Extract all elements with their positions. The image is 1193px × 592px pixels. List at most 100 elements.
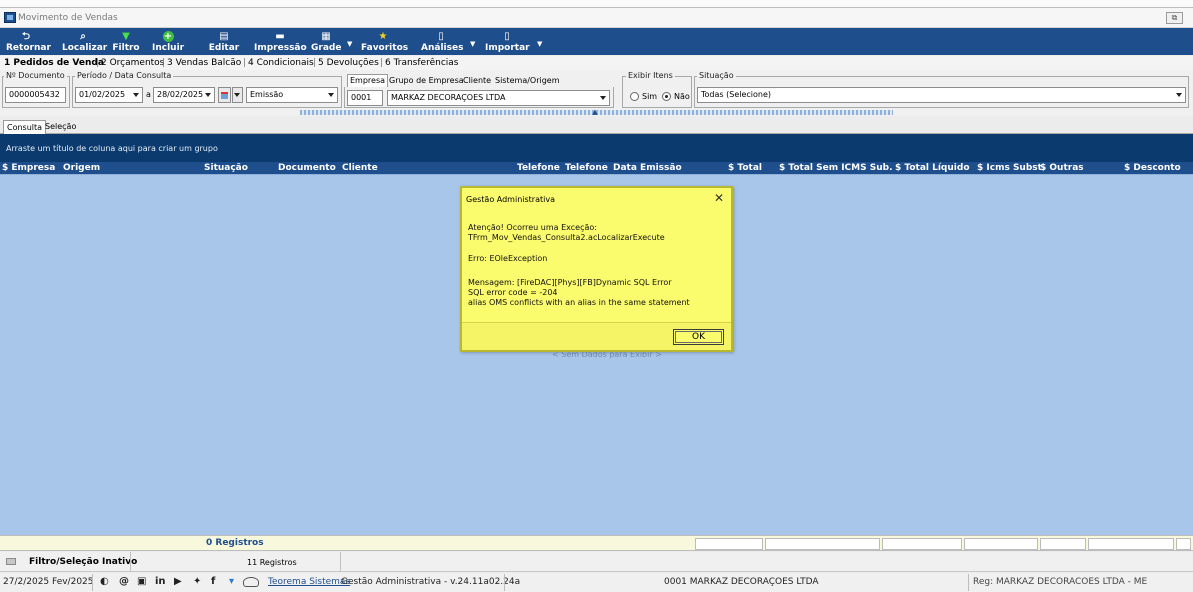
calendar-dropdown-button[interactable]: [232, 87, 243, 103]
twitter-icon[interactable]: ✦: [193, 576, 201, 587]
total-sem-icms-cell: [765, 538, 880, 550]
filter-button[interactable]: ▼ Filtro: [112, 28, 140, 55]
chevron-down-icon: [234, 93, 240, 97]
linkedin-icon[interactable]: in: [155, 576, 166, 587]
group-by-area[interactable]: Arraste um título de coluna aqui para cr…: [0, 134, 1193, 162]
grid-header: $ Empresa Origem Situação Documento Clie…: [0, 162, 1193, 175]
window-title: Movimento de Vendas: [18, 13, 118, 23]
col-icms-subst[interactable]: $ Icms Subst.: [977, 163, 1045, 173]
favorites-button[interactable]: ★ Favoritos: [361, 28, 408, 55]
analysis-dropdown-arrow-icon[interactable]: ▼: [470, 40, 475, 48]
col-documento[interactable]: Documento: [278, 163, 336, 173]
col-telefone-c[interactable]: Telefone C: [565, 163, 609, 173]
start-date-picker[interactable]: 01/02/2025: [75, 87, 143, 103]
grid-icon: ▦: [321, 31, 331, 42]
import-dropdown-arrow-icon[interactable]: ▼: [537, 40, 542, 48]
document-label: Nº Documento: [4, 71, 67, 80]
add-button[interactable]: + Incluir: [152, 28, 184, 55]
view-tabs: Consulta Seleção: [0, 118, 1193, 134]
group-hint: Arraste um título de coluna aqui para cr…: [6, 144, 218, 153]
screen-top-edge: [0, 0, 1193, 8]
chevron-down-icon: [600, 96, 606, 100]
star-icon: ★: [378, 31, 388, 42]
col-desconto[interactable]: $ Desconto: [1124, 163, 1181, 173]
close-icon[interactable]: ✕: [712, 191, 726, 205]
whatsapp-icon[interactable]: ◐: [100, 576, 109, 587]
search-button[interactable]: ⌕ Localizar: [62, 28, 107, 55]
main-toolbar: ⮌ Retornar ⌕ Localizar ▼ Filtro + Inclui…: [0, 28, 1193, 55]
col-situacao[interactable]: Situação: [204, 163, 248, 173]
end-date-picker[interactable]: 28/02/2025: [153, 87, 215, 103]
date-range-connector: a: [146, 90, 151, 99]
tab-transferencias[interactable]: 6 Transferências: [385, 58, 458, 68]
tab-sistema-origem[interactable]: Sistema/Origem: [493, 75, 562, 88]
dialog-line: alias OMS conflicts with an alias in the…: [468, 298, 690, 307]
tab-condicionais[interactable]: 4 Condicionais: [248, 58, 314, 68]
dialog-line: SQL error code = -204: [468, 288, 558, 297]
document-number-input[interactable]: 0000005432: [5, 87, 66, 103]
youtube-icon[interactable]: ▶: [174, 576, 182, 587]
teorema-link[interactable]: Teorema Sistemas: [268, 577, 350, 587]
total-liquido-cell: [882, 538, 962, 550]
print-button[interactable]: ▬ Impressão: [254, 28, 307, 55]
filter-small-icon[interactable]: ▾: [229, 576, 234, 587]
facebook-icon[interactable]: f: [211, 576, 215, 587]
status-select[interactable]: Todas (Selecione): [697, 87, 1186, 103]
col-outras-d[interactable]: $ Outras D: [1040, 163, 1086, 173]
return-arrow-icon: ⮌: [21, 31, 30, 42]
filter-state: Filtro/Seleção Inativo: [29, 557, 138, 567]
tab-grupo-empresa[interactable]: Grupo de Empresa: [387, 75, 466, 88]
col-origem[interactable]: Origem: [63, 163, 100, 173]
col-total-sem-icms[interactable]: $ Total Sem ICMS Sub.: [779, 163, 893, 173]
date-type-select[interactable]: Emissão: [246, 87, 338, 103]
tab-orcamentos[interactable]: 2 Orçamentos: [101, 58, 164, 68]
tab-cliente[interactable]: Cliente: [461, 75, 493, 88]
col-total[interactable]: $ Total: [700, 163, 762, 173]
records-count: 11 Registros: [247, 558, 297, 567]
collapse-arrow-icon[interactable]: ▲: [591, 108, 599, 116]
analysis-button[interactable]: ▯ Análises: [421, 28, 463, 55]
show-items-yes-radio[interactable]: [630, 92, 639, 101]
tab-selecao[interactable]: Seleção: [42, 120, 79, 134]
restore-window-button[interactable]: ⧉: [1166, 12, 1183, 24]
tab-empresa[interactable]: Empresa: [347, 74, 389, 87]
email-icon[interactable]: @: [119, 576, 129, 587]
search-icon: ⌕: [80, 31, 86, 42]
instagram-icon[interactable]: ▣: [137, 576, 146, 587]
chevron-down-icon: [328, 93, 334, 97]
app-icon: [4, 12, 16, 23]
col-data-emissao[interactable]: Data Emissão: [613, 163, 682, 173]
company-select[interactable]: MARKAZ DECORAÇOES LTDA: [387, 90, 610, 106]
registered-to: Reg: MARKAZ DECORACOES LTDA - ME: [973, 577, 1148, 587]
grid-dropdown-arrow-icon[interactable]: ▼: [347, 40, 352, 48]
document-import-icon: ▯: [504, 31, 510, 42]
col-cliente[interactable]: Cliente: [342, 163, 378, 173]
current-date: 27/2/2025 Fev/2025: [3, 577, 94, 587]
grid-button[interactable]: ▦ Grade: [311, 28, 341, 55]
import-button[interactable]: ▯ Importar: [485, 28, 530, 55]
dialog-message: Atenção! Ocorreu uma Exceção: TFrm_Mov_V…: [468, 214, 727, 318]
show-items-no-radio[interactable]: [662, 92, 671, 101]
graduation-cap-icon: [243, 577, 259, 587]
window-titlebar: Movimento de Vendas ⧉: [0, 8, 1193, 28]
keyboard-icon: [6, 558, 16, 565]
edit-document-icon: ▤: [219, 31, 229, 42]
calendar-button[interactable]: [218, 87, 231, 103]
app-version: Gestão Administrativa - v.24.11a02.24a: [341, 577, 521, 587]
status-bar-info: 27/2/2025 Fev/2025 ◐ @ ▣ in ▶ ✦ f ▾ Teor…: [0, 573, 1193, 592]
col-empresa[interactable]: $ Empresa: [2, 163, 55, 173]
error-dialog: Gestão Administrativa ✕ Atenção! Ocorreu…: [460, 186, 733, 352]
chevron-down-icon: [1176, 93, 1182, 97]
tab-consulta[interactable]: Consulta: [3, 120, 47, 134]
col-telefone[interactable]: Telefone: [517, 163, 560, 173]
edit-button[interactable]: ▤ Editar: [208, 28, 240, 55]
tab-pedidos-de-venda[interactable]: 1 Pedidos de Venda: [4, 58, 104, 68]
col-total-liquido[interactable]: $ Total Líquido: [895, 163, 970, 173]
ok-button[interactable]: OK: [673, 329, 724, 345]
dialog-title: Gestão Administrativa: [466, 195, 555, 204]
company-code-input[interactable]: 0001: [347, 90, 383, 106]
tab-devolucoes[interactable]: 5 Devoluções: [318, 58, 379, 68]
extra-cell: [1176, 538, 1191, 550]
return-button[interactable]: ⮌ Retornar: [6, 28, 51, 55]
tab-vendas-balcao[interactable]: 3 Vendas Balcão: [167, 58, 241, 68]
